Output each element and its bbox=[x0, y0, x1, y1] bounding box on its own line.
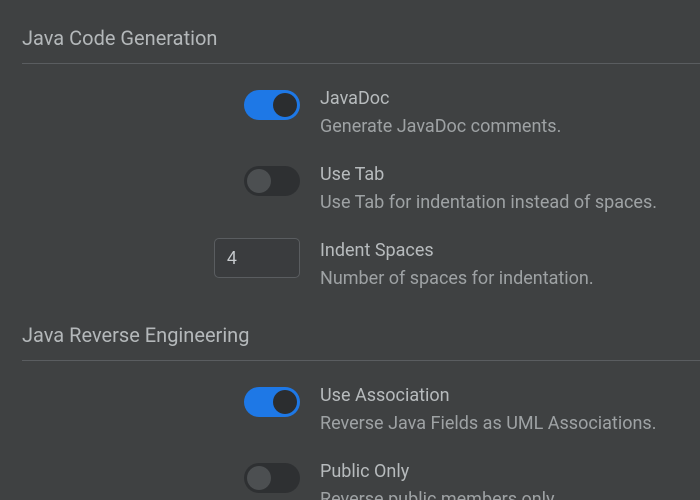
indent-spaces-desc: Number of spaces for indentation. bbox=[320, 266, 700, 292]
public-only-desc: Reverse public members only. bbox=[320, 487, 700, 500]
use-association-desc: Reverse Java Fields as UML Associations. bbox=[320, 411, 700, 437]
use-association-label: Use Association bbox=[320, 383, 700, 409]
section-title-code-generation: Java Code Generation bbox=[22, 24, 700, 53]
toggle-knob bbox=[247, 466, 271, 490]
java-preferences-panel: Java Code Generation JavaDoc Generate Ja… bbox=[0, 0, 700, 500]
toggle-knob bbox=[247, 169, 271, 193]
setting-row-use-tab: Use Tab Use Tab for indentation instead … bbox=[22, 162, 700, 216]
public-only-toggle[interactable] bbox=[244, 463, 300, 493]
section-title-reverse-engineering: Java Reverse Engineering bbox=[22, 321, 700, 350]
use-tab-label: Use Tab bbox=[320, 162, 700, 188]
toggle-knob bbox=[273, 93, 297, 117]
setting-row-public-only: Public Only Reverse public members only. bbox=[22, 459, 700, 500]
public-only-label: Public Only bbox=[320, 459, 700, 485]
setting-row-use-association: Use Association Reverse Java Fields as U… bbox=[22, 383, 700, 437]
section-divider bbox=[22, 63, 700, 64]
use-tab-desc: Use Tab for indentation instead of space… bbox=[320, 190, 700, 216]
setting-row-indent-spaces: Indent Spaces Number of spaces for inden… bbox=[22, 238, 700, 292]
setting-row-javadoc: JavaDoc Generate JavaDoc comments. bbox=[22, 86, 700, 140]
javadoc-desc: Generate JavaDoc comments. bbox=[320, 114, 700, 140]
section-divider bbox=[22, 360, 700, 361]
indent-spaces-input[interactable] bbox=[214, 238, 300, 278]
javadoc-label: JavaDoc bbox=[320, 86, 700, 112]
use-tab-toggle[interactable] bbox=[244, 166, 300, 196]
use-association-toggle[interactable] bbox=[244, 387, 300, 417]
javadoc-toggle[interactable] bbox=[244, 90, 300, 120]
indent-spaces-label: Indent Spaces bbox=[320, 238, 700, 264]
toggle-knob bbox=[273, 390, 297, 414]
